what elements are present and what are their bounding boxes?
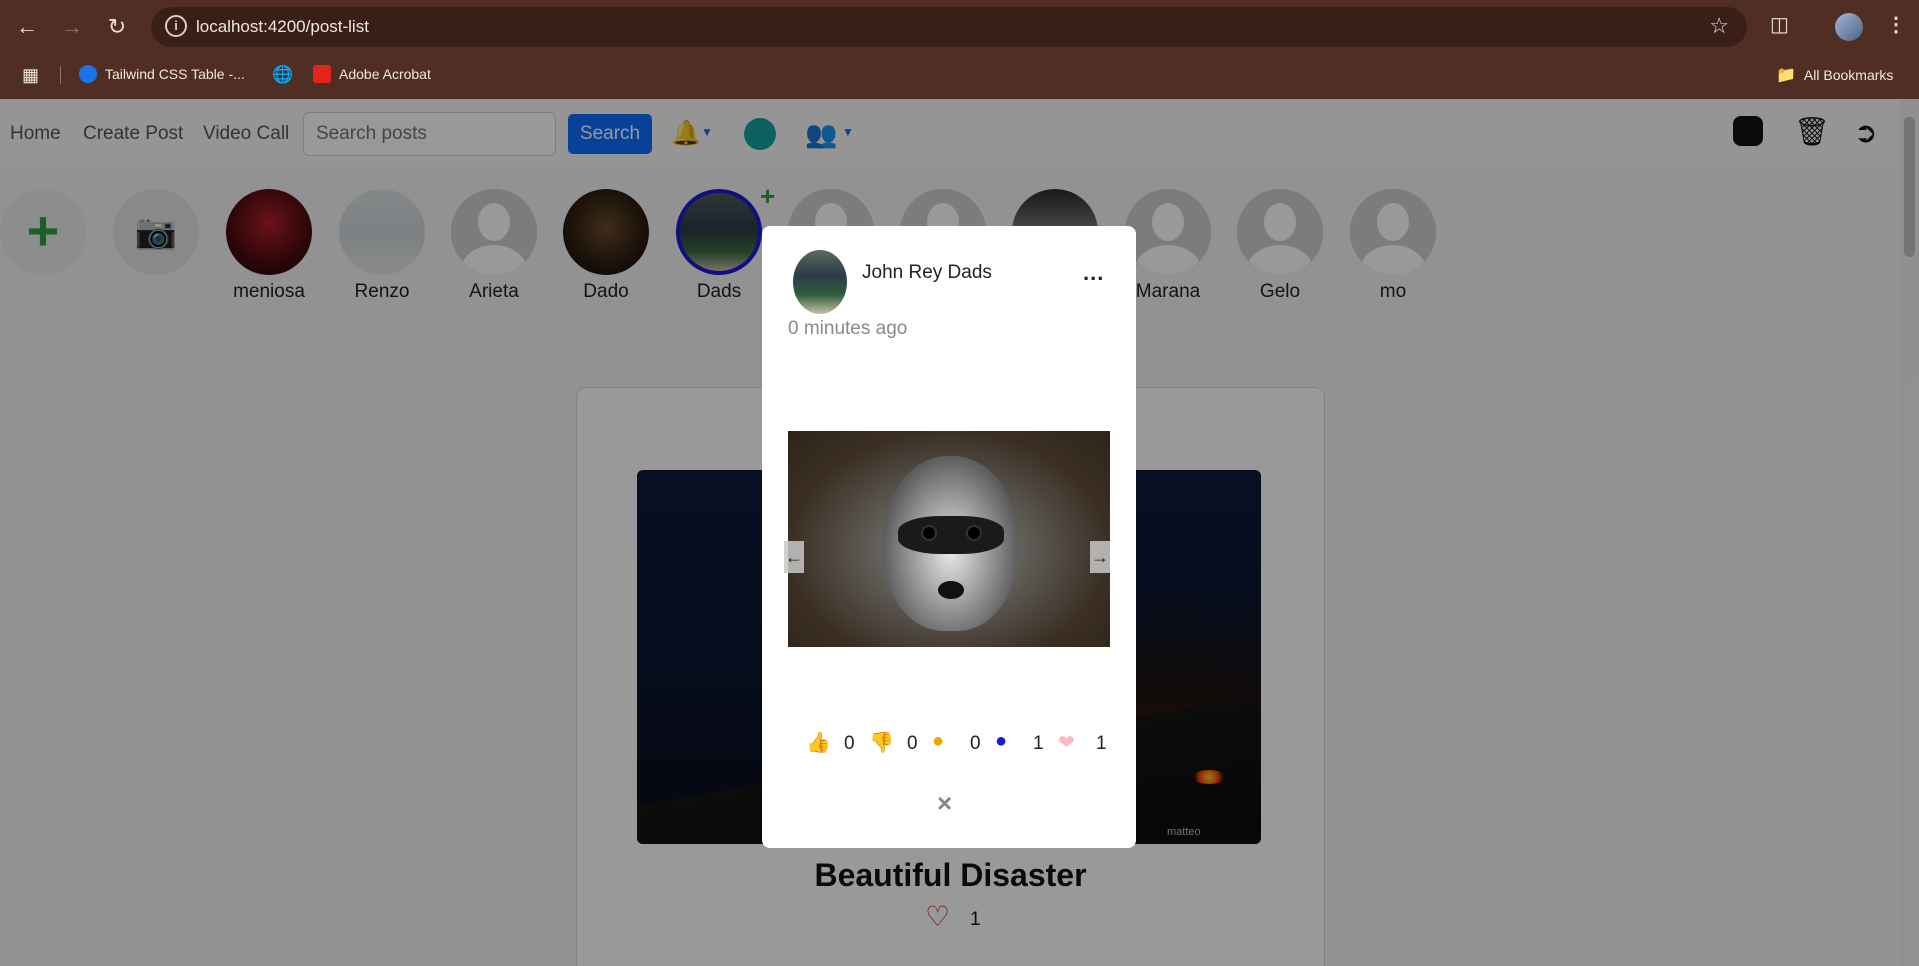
adobe-acrobat-icon [313, 65, 331, 83]
thumbs-up-icon[interactable]: 👍 [806, 730, 831, 755]
bookmark-adobe[interactable]: Adobe Acrobat [313, 65, 431, 83]
bookmark-label: Adobe Acrobat [339, 66, 431, 82]
all-bookmarks-label: All Bookmarks [1803, 67, 1894, 83]
next-arrow-icon[interactable]: → [1090, 541, 1110, 573]
site-info-icon[interactable]: i [165, 15, 187, 37]
avatar [793, 250, 847, 314]
sad-count: 1 [1033, 733, 1044, 754]
url-text[interactable]: localhost:4200/post-list [196, 17, 369, 37]
all-bookmarks[interactable]: 📁 All Bookmarks [1776, 65, 1893, 85]
dislike-count: 0 [907, 733, 918, 754]
folder-icon: 📁 [1776, 67, 1796, 84]
close-icon[interactable]: × [937, 788, 952, 819]
raccoon-nose [938, 581, 964, 599]
previous-arrow-icon[interactable]: ← [784, 541, 804, 573]
bookmark-star-icon[interactable]: ☆ [1709, 13, 1729, 39]
reload-icon[interactable]: ↻ [102, 12, 132, 42]
bookmark-label: Tailwind CSS Table -... [105, 66, 245, 82]
more-options-icon[interactable]: ... [1083, 260, 1104, 286]
story-author-name[interactable]: John Rey Dads [862, 262, 992, 284]
story-image [788, 431, 1110, 647]
browser-chrome: ← → ↻ i localhost:4200/post-list ☆ ◫ ⋮ ▦… [0, 0, 1919, 99]
meh-face-icon[interactable]: ● [932, 730, 944, 753]
raccoon-eye [968, 527, 980, 539]
heart-icon[interactable]: ❤ [1058, 730, 1075, 755]
tailwind-favicon-icon [79, 65, 97, 83]
like-count: 0 [844, 733, 855, 754]
love-count: 1 [1096, 733, 1107, 754]
bookmark-divider [60, 66, 61, 84]
forward-icon[interactable]: → [57, 12, 87, 42]
apps-grid-icon[interactable]: ▦ [22, 65, 39, 86]
meh-count: 0 [970, 733, 981, 754]
extensions-icon[interactable]: ◫ [1770, 12, 1789, 37]
back-icon[interactable]: ← [12, 12, 42, 42]
story-timestamp: 0 minutes ago [788, 318, 908, 339]
chrome-menu-icon[interactable]: ⋮ [1886, 12, 1906, 37]
bookmark-globe[interactable]: 🌐 [272, 65, 293, 85]
raccoon-mask [898, 516, 1004, 554]
raccoon-eye [923, 527, 935, 539]
story-viewer-modal: John Rey Dads ... 0 minutes ago ← → 👍 0 … [762, 226, 1136, 848]
address-bar[interactable]: i localhost:4200/post-list ☆ [151, 7, 1747, 47]
sad-face-icon[interactable]: ● [995, 730, 1007, 753]
profile-avatar[interactable] [1835, 13, 1863, 41]
toolbar: ← → ↻ i localhost:4200/post-list ☆ ◫ ⋮ [0, 0, 1919, 54]
bookmark-tailwind[interactable]: Tailwind CSS Table -... [79, 65, 245, 83]
globe-icon: 🌐 [272, 65, 294, 84]
reaction-bar: 👍 0 👎 0 ● 0 ● 1 ❤ 1 [806, 730, 1107, 760]
bookmarks-bar: ▦ Tailwind CSS Table -... 🌐 Adobe Acroba… [0, 56, 1919, 92]
thumbs-down-icon[interactable]: 👎 [869, 730, 894, 755]
